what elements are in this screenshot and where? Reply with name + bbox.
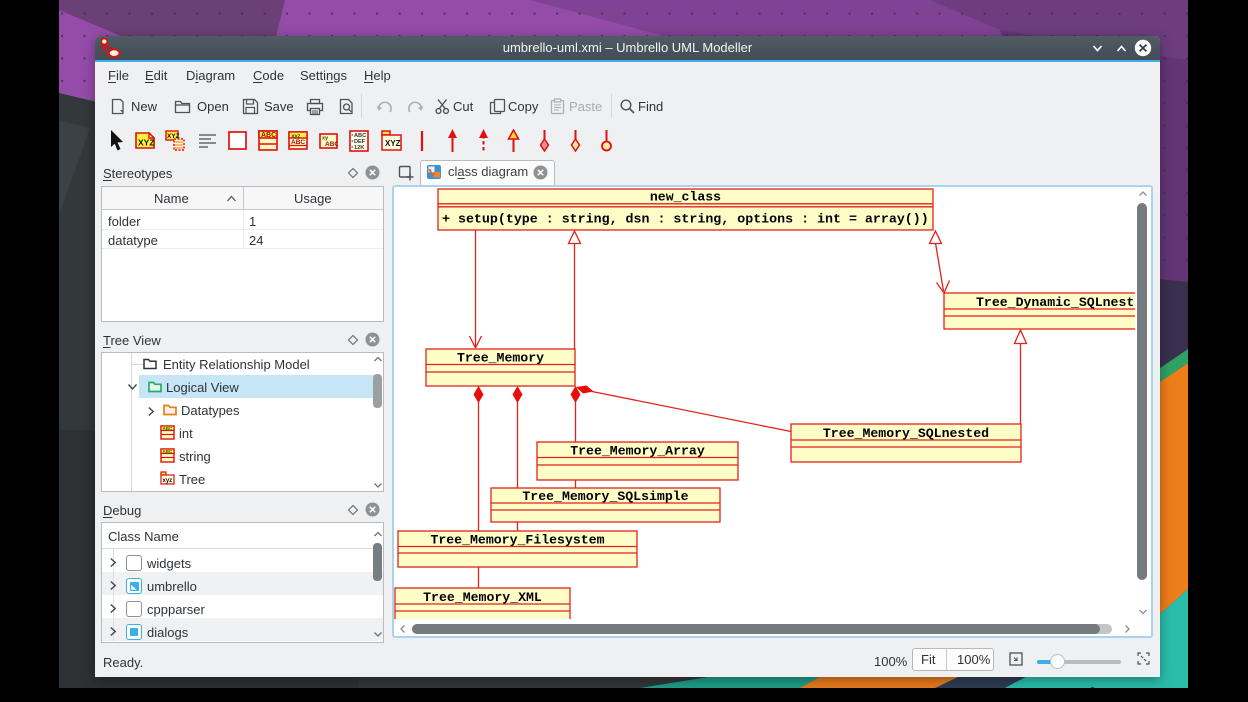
svg-text:ABC: ABC	[261, 132, 276, 139]
svg-text:Tree_Memory_Filesystem: Tree_Memory_Filesystem	[430, 533, 604, 548]
svg-text:Tree_Memory: Tree_Memory	[457, 351, 544, 366]
svg-text:12K: 12K	[354, 145, 364, 151]
svg-text:new_class: new_class	[650, 190, 721, 205]
svg-text:Tree_Memory_Array: Tree_Memory_Array	[570, 444, 705, 459]
svg-text:ABC: ABC	[325, 141, 338, 148]
svg-text:XYZ: XYZ	[385, 139, 401, 148]
svg-text:Tree_Memory_SQLsimple: Tree_Memory_SQLsimple	[522, 489, 688, 504]
svg-text:Tree_Memory_SQLnested: Tree_Memory_SQLnested	[823, 426, 989, 441]
svg-text:ABC: ABC	[163, 449, 173, 454]
svg-text:Tree_Memory_XML: Tree_Memory_XML	[423, 590, 542, 605]
svg-text:XYZ: XYZ	[138, 138, 155, 148]
svg-text:Tree_Dynamic_SQLnested: Tree_Dynamic_SQLnested	[976, 295, 1135, 310]
svg-text:ABC: ABC	[163, 426, 173, 431]
svg-text:xyz: xyz	[163, 478, 173, 484]
svg-text:+ setup(type : string, dsn : s: + setup(type : string, dsn : string, opt…	[442, 212, 929, 227]
